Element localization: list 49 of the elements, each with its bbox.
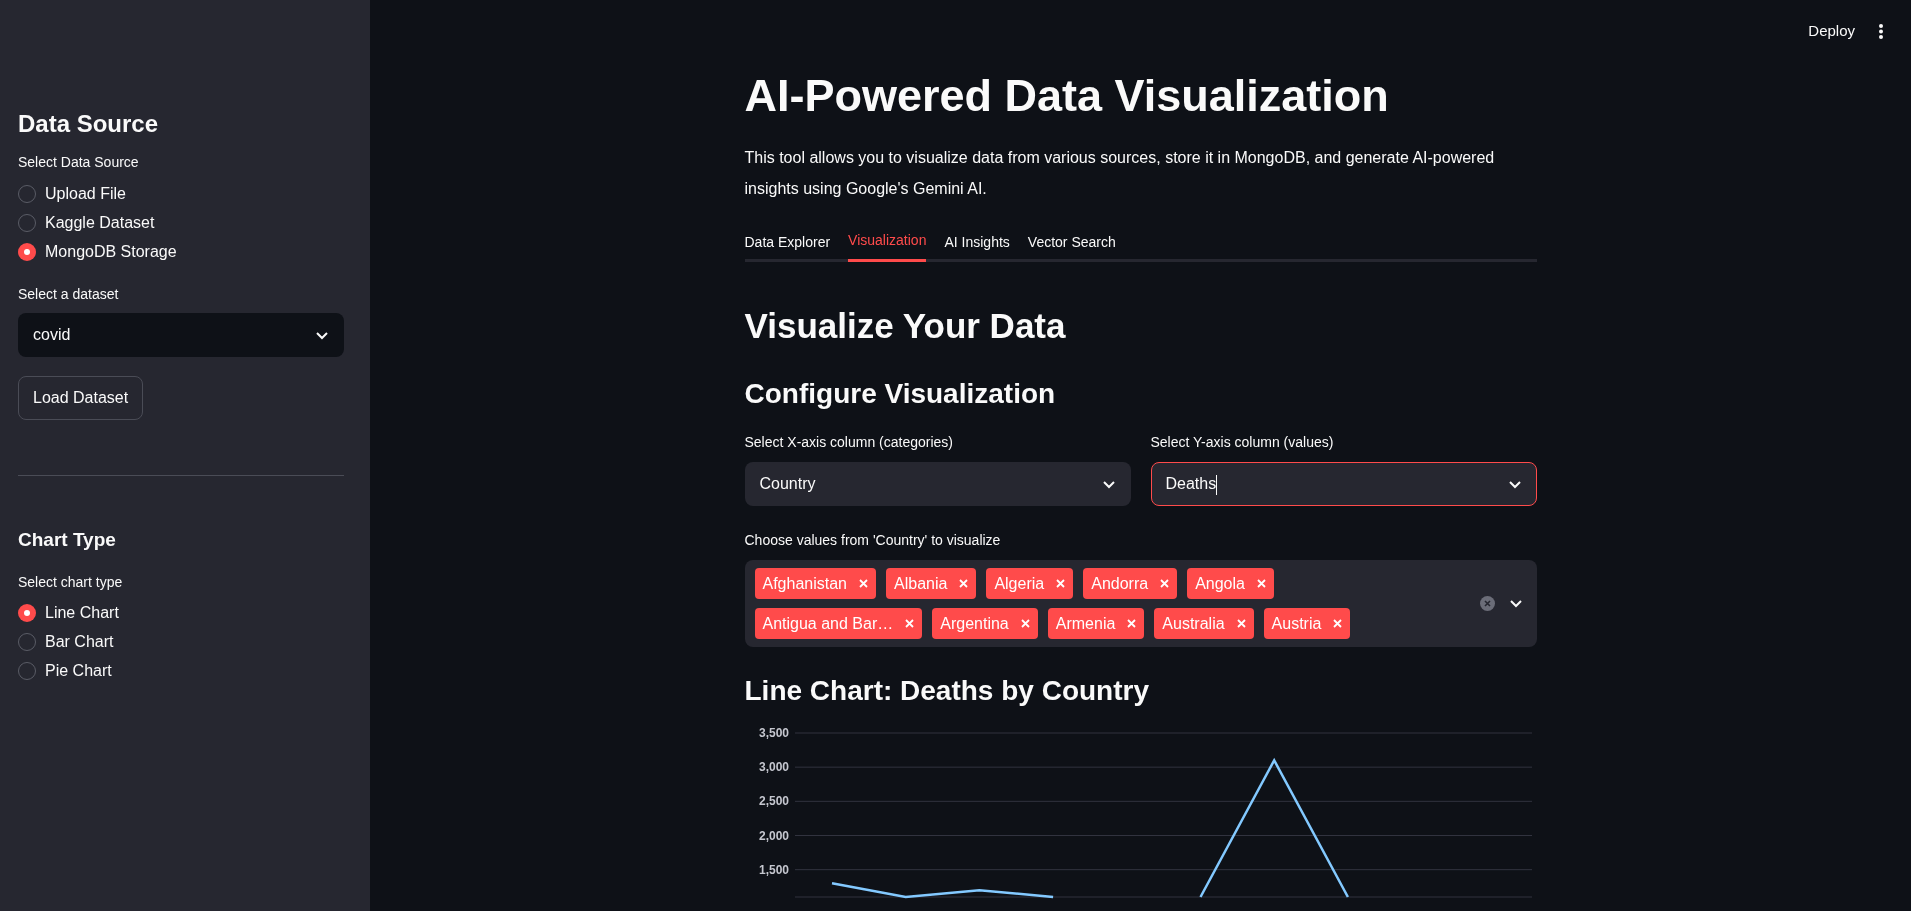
- remove-icon[interactable]: [859, 579, 868, 588]
- chevron-down-icon: [1508, 599, 1523, 608]
- remove-icon[interactable]: [1256, 579, 1266, 588]
- more-menu-icon[interactable]: [1879, 23, 1883, 39]
- remove-icon[interactable]: [959, 579, 969, 588]
- tab[interactable]: AI Insights: [944, 222, 1010, 262]
- radio-option[interactable]: Bar Chart: [18, 627, 344, 657]
- dataset-select[interactable]: covid: [18, 313, 344, 357]
- section-title: Data Source: [18, 109, 160, 139]
- y-tick-label: 2,000: [758, 828, 789, 843]
- page-title: AI-Powered Data Visualization: [744, 69, 1390, 123]
- remove-icon[interactable]: [1127, 619, 1137, 628]
- field-label: Choose values from 'Country' to visualize: [744, 531, 1002, 550]
- radio-option[interactable]: Line Chart: [18, 598, 344, 628]
- field-label: Select chart type: [18, 572, 124, 592]
- deploy-button[interactable]: Deploy: [1808, 20, 1855, 43]
- chevron-down-icon: [315, 330, 329, 340]
- y-tick-label: 1,500: [758, 862, 789, 877]
- tab[interactable]: Data Explorer: [744, 222, 831, 262]
- field-label: Select a dataset: [18, 285, 120, 304]
- chevron-down-icon: [1101, 479, 1116, 489]
- section-title: Chart Type: [18, 528, 117, 552]
- tab[interactable]: Visualization: [848, 222, 927, 262]
- tab[interactable]: Vector Search: [1027, 222, 1116, 262]
- column-select[interactable]: Deaths: [1150, 462, 1537, 506]
- y-tick-label: 3,000: [758, 760, 789, 775]
- chart-title: Line Chart: Deaths by Country: [744, 674, 1150, 708]
- remove-icon[interactable]: [1236, 619, 1246, 628]
- radio-option[interactable]: MongoDB Storage: [18, 237, 344, 266]
- remove-icon[interactable]: [1056, 579, 1066, 588]
- column-select[interactable]: Country: [744, 462, 1131, 506]
- radio-option[interactable]: Pie Chart: [18, 656, 344, 686]
- description-text: This tool allows you to visualize data from various sources, store it in MongoDB, and generate AI-powered insights using Google's Gemini AI.: [744, 148, 1496, 199]
- y-tick-label: 2,500: [758, 794, 789, 809]
- remove-icon[interactable]: [1333, 619, 1343, 628]
- remove-icon[interactable]: [1020, 619, 1030, 628]
- remove-icon[interactable]: [905, 619, 915, 628]
- field-label: Select Data Source: [18, 153, 140, 172]
- remove-icon[interactable]: [1160, 579, 1170, 588]
- load-dataset-button[interactable]: Load Dataset: [18, 376, 144, 420]
- section-heading: Configure Visualization: [744, 377, 1057, 411]
- clear-icon[interactable]: [1479, 596, 1495, 611]
- radio-option[interactable]: Upload File: [18, 179, 344, 208]
- y-tick-label: 3,500: [758, 726, 789, 740]
- chevron-down-icon: [1507, 479, 1522, 489]
- section-heading: Visualize Your Data: [744, 305, 1067, 347]
- field-label: Select X-axis column (categories): [744, 433, 955, 452]
- radio-option[interactable]: Kaggle Dataset: [18, 208, 344, 237]
- field-label: Select Y-axis column (values): [1150, 433, 1335, 452]
